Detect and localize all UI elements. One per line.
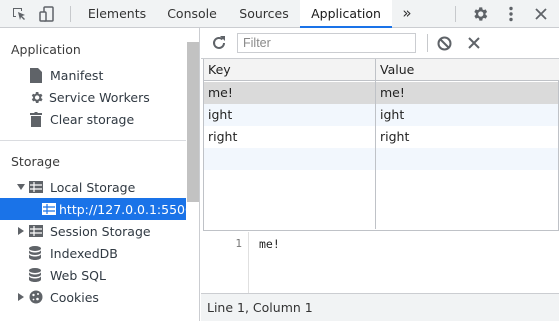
sidebar-item-label: Web SQL: [50, 267, 106, 283]
sidebar-scrollbar[interactable]: [187, 42, 199, 202]
value-preview: 1 me!: [201, 232, 559, 297]
preview-content[interactable]: me!: [259, 237, 280, 251]
storage-panel: Key Value me! me! ight ight right right …: [201, 28, 559, 321]
device-toggle-icon[interactable]: [36, 0, 58, 27]
sidebar-item-label: Service Workers: [49, 89, 150, 105]
sidebar-item-session-storage[interactable]: Session Storage: [0, 220, 186, 242]
database-icon: [29, 268, 47, 282]
column-divider[interactable]: [375, 59, 376, 229]
sidebar-item-label: Cookies: [50, 289, 99, 305]
sidebar-item-local-storage[interactable]: Local Storage: [0, 176, 186, 198]
column-header-value[interactable]: Value: [376, 59, 558, 81]
cell-value: ight: [380, 107, 405, 122]
sidebar-item-clear-storage[interactable]: Clear storage: [0, 108, 186, 130]
toolbar-divider: [70, 6, 71, 22]
database-icon: [29, 246, 47, 260]
document-icon: [30, 67, 46, 83]
sidebar-divider: [0, 140, 186, 141]
toolbar-divider: [427, 34, 428, 52]
collapsed-triangle-icon[interactable]: [18, 227, 29, 235]
expanded-triangle-icon[interactable]: [17, 184, 29, 190]
sidebar-item-label: Local Storage: [50, 179, 136, 195]
filter-input[interactable]: [237, 33, 416, 53]
table-row[interactable]: ight ight: [204, 104, 558, 126]
table-row[interactable]: right right: [204, 126, 558, 148]
line-number: 1: [235, 237, 242, 250]
trash-icon: [30, 111, 46, 127]
section-heading-application: Application: [11, 42, 81, 57]
sidebar-item-label: Manifest: [50, 67, 104, 83]
table-row-empty: [204, 148, 558, 170]
toolbar-divider: [455, 6, 456, 22]
tab-application[interactable]: Application: [300, 0, 392, 28]
collapsed-triangle-icon[interactable]: [18, 293, 29, 301]
cookie-icon: [29, 290, 47, 304]
table-icon: [42, 203, 56, 215]
table-icon: [29, 225, 47, 237]
sidebar-item-label: Clear storage: [50, 111, 135, 127]
table-header: Key Value: [204, 59, 559, 81]
table-icon: [29, 181, 47, 193]
storage-filter-bar: [201, 28, 559, 59]
cell-key: right: [208, 129, 238, 144]
gear-icon: [29, 90, 46, 105]
sidebar-item-label: IndexedDB: [50, 245, 118, 261]
more-vertical-icon[interactable]: [502, 0, 520, 27]
delete-selected-icon[interactable]: [468, 37, 480, 52]
section-heading-storage: Storage: [11, 154, 60, 169]
tab-elements[interactable]: Elements: [80, 0, 154, 27]
cell-value: me!: [380, 85, 405, 100]
cell-value: right: [380, 129, 410, 144]
refresh-icon[interactable]: [211, 35, 227, 54]
sidebar-item-web-sql[interactable]: Web SQL: [0, 264, 186, 286]
table-row[interactable]: me! me!: [204, 82, 558, 104]
inspect-icon[interactable]: [8, 0, 30, 27]
line-number-gutter: 1: [201, 232, 249, 297]
gear-icon[interactable]: [468, 0, 492, 27]
close-icon[interactable]: [530, 0, 552, 27]
sidebar-item-cookies[interactable]: Cookies: [0, 286, 186, 308]
sidebar-item-local-storage-origin[interactable]: http://127.0.0.1:5500: [0, 198, 193, 220]
sidebar-item-label: http://127.0.0.1:5500: [59, 201, 193, 217]
status-bar: Line 1, Column 1: [201, 293, 559, 321]
column-header-key[interactable]: Key: [204, 59, 375, 81]
cell-key: ight: [208, 107, 233, 122]
sidebar-item-label: Session Storage: [50, 223, 151, 239]
devtools-toolbar: Elements Console Sources Application »: [0, 0, 559, 28]
sidebar-item-manifest[interactable]: Manifest: [0, 64, 186, 86]
sidebar-item-service-workers[interactable]: Service Workers: [0, 86, 186, 108]
application-sidebar: Application Manifest Service Workers Cle…: [0, 28, 200, 321]
cell-key: me!: [208, 85, 233, 100]
more-tabs-button[interactable]: »: [394, 0, 420, 27]
tab-console[interactable]: Console: [156, 0, 228, 27]
storage-table: Key Value me! me! ight ight right right: [203, 59, 559, 231]
sidebar-item-indexeddb[interactable]: IndexedDB: [0, 242, 186, 264]
tab-sources[interactable]: Sources: [230, 0, 298, 27]
clear-all-icon[interactable]: [437, 36, 452, 54]
